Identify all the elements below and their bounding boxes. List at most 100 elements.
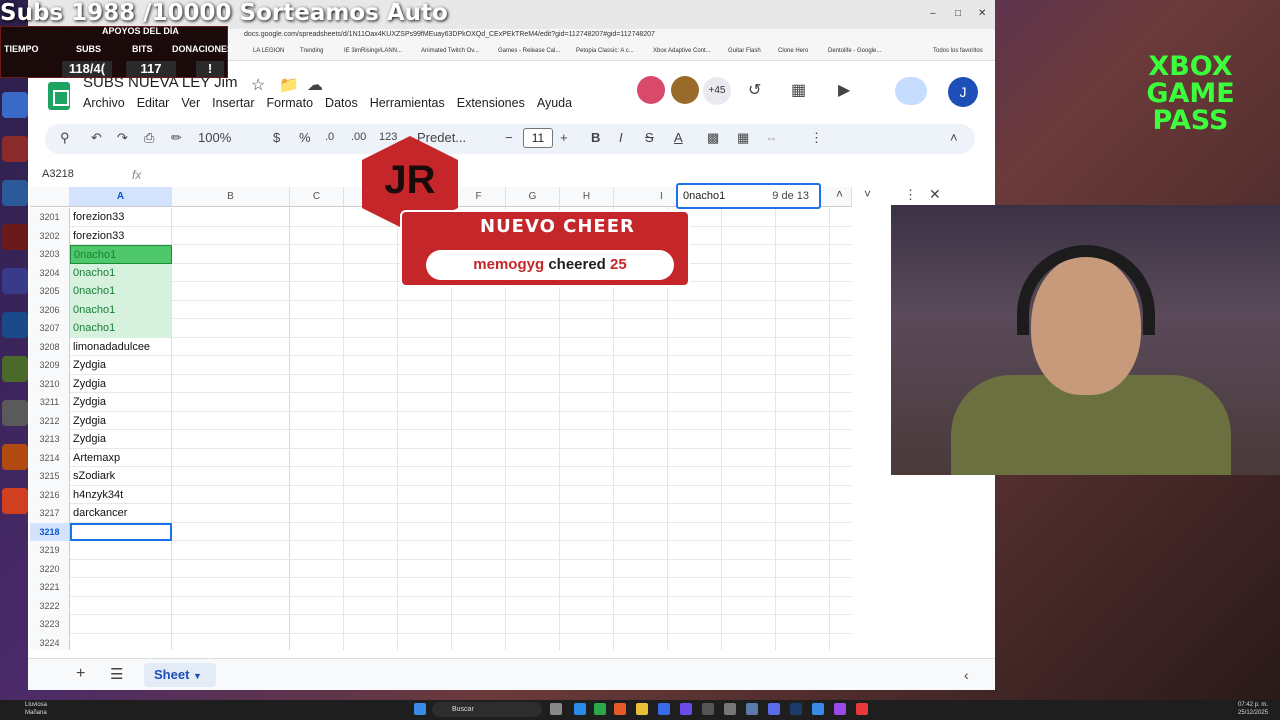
collaborator-avatar[interactable] [671, 76, 699, 104]
currency-format-button[interactable]: $ [273, 130, 280, 145]
row-number[interactable]: 3211 [30, 393, 70, 412]
paint-format-icon[interactable]: ✏ [171, 130, 182, 146]
redo-icon[interactable]: ↷ [117, 130, 128, 146]
menu-herramientas[interactable]: Herramientas [370, 96, 445, 114]
scroll-sheets-icon[interactable]: ‹ [964, 667, 969, 683]
cell-a[interactable] [70, 596, 172, 615]
desktop-app-icon[interactable] [2, 180, 28, 206]
task-view-icon[interactable] [550, 703, 562, 715]
bookmark-item[interactable]: Dentolife - Google... [828, 48, 881, 54]
chevron-down-icon[interactable]: ▼ [193, 671, 202, 681]
decrease-font-icon[interactable]: − [505, 130, 513, 145]
row-number[interactable]: 3214 [30, 448, 70, 467]
row-number[interactable]: 3206 [30, 300, 70, 319]
row-number[interactable]: 3219 [30, 541, 70, 560]
row-number[interactable]: 3204 [30, 263, 70, 282]
row-number[interactable]: 3223 [30, 615, 70, 634]
increase-font-icon[interactable]: + [560, 130, 568, 145]
desktop-app-icon[interactable] [2, 92, 28, 118]
row-number[interactable]: 3210 [30, 374, 70, 393]
cell-a[interactable]: Zydgia [70, 411, 172, 430]
menu-editar[interactable]: Editar [137, 96, 170, 114]
menu-insertar[interactable]: Insertar [212, 96, 254, 114]
app-icon[interactable] [658, 703, 670, 715]
row-number[interactable]: 3220 [30, 559, 70, 578]
menu-ver[interactable]: Ver [181, 96, 200, 114]
menu-archivo[interactable]: Archivo [83, 96, 125, 114]
find-input[interactable]: 0nacho1 [683, 190, 725, 202]
move-folder-icon[interactable]: 📁 [279, 75, 299, 95]
profile-avatar[interactable]: J [948, 77, 978, 107]
bookmark-item[interactable]: Clone Hero [778, 48, 808, 54]
app-icon[interactable] [856, 703, 868, 715]
row-number[interactable]: 3203 [30, 245, 70, 264]
more-options-icon[interactable]: ⋮ [810, 130, 823, 146]
search-menus-icon[interactable]: ⚲ [60, 130, 70, 146]
cell-a[interactable]: h4nzyk34t [70, 485, 172, 504]
bookmark-item[interactable]: Trending [300, 48, 323, 54]
taskbar-search[interactable]: Buscar [432, 702, 542, 717]
zoom-select[interactable]: 100% [198, 130, 231, 145]
desktop-app-icon[interactable] [2, 400, 28, 426]
row-number[interactable]: 3201 [30, 208, 70, 227]
cell-a[interactable]: 0nacho1 [70, 245, 172, 264]
cell-a[interactable]: Zydgia [70, 374, 172, 393]
star-icon[interactable]: ☆ [251, 75, 265, 95]
row-number[interactable]: 3216 [30, 485, 70, 504]
app-icon[interactable] [724, 703, 736, 715]
close-find-icon[interactable]: ✕ [929, 186, 941, 203]
number-format-button[interactable]: 123 [379, 131, 397, 143]
desktop-app-icon[interactable] [2, 224, 28, 250]
bookmark-item[interactable]: Xbox Adaptive Cont... [653, 48, 711, 54]
sheets-logo[interactable] [48, 82, 70, 110]
cell-a[interactable] [70, 615, 172, 634]
fill-color-icon[interactable]: ▩ [707, 130, 719, 146]
app-icon[interactable] [680, 703, 692, 715]
cell-a[interactable] [70, 559, 172, 578]
weather-widget[interactable]: Lluviosa Mañana [25, 701, 47, 717]
bold-button[interactable]: B [591, 130, 600, 145]
decrease-decimals-button[interactable]: .0 [325, 131, 334, 143]
minimize-icon[interactable]: – [930, 8, 936, 19]
file-explorer-icon[interactable] [636, 703, 648, 715]
merge-cells-icon[interactable]: ⇔ [765, 130, 778, 145]
cell-a[interactable]: Zydgia [70, 430, 172, 449]
more-collaborators-badge[interactable]: +45 [703, 77, 731, 105]
column-header-b[interactable]: B [172, 187, 290, 207]
borders-icon[interactable]: ▦ [737, 130, 749, 146]
select-all-corner[interactable] [30, 187, 70, 207]
row-number[interactable]: 3202 [30, 226, 70, 245]
bookmark-item[interactable]: Petopia Classic: A c... [576, 48, 634, 54]
sheet-tab-active[interactable]: Sheet ▼ [144, 663, 216, 687]
cell-a[interactable] [70, 522, 172, 541]
bookmark-item[interactable]: Guitar Flash [728, 48, 761, 54]
row-number[interactable]: 3205 [30, 282, 70, 301]
cell-a[interactable]: limonadadulcee [70, 337, 172, 356]
cell-a[interactable]: 0nacho1 [70, 282, 172, 301]
cell-a[interactable]: 0nacho1 [70, 319, 172, 338]
history-icon[interactable]: ↺ [748, 80, 761, 100]
meet-icon[interactable]: ▶ [838, 80, 850, 100]
start-icon[interactable] [414, 703, 426, 715]
cell-a[interactable]: forezion33 [70, 208, 172, 227]
add-sheet-icon[interactable]: + [76, 665, 85, 683]
collapse-toolbar-icon[interactable]: ˄ [950, 130, 958, 145]
chrome-icon[interactable] [594, 703, 606, 715]
find-previous-icon[interactable]: ˄ [836, 187, 843, 201]
row-number[interactable]: 3208 [30, 337, 70, 356]
font-select[interactable]: Predet... [417, 130, 466, 145]
desktop-app-icon[interactable] [2, 136, 28, 162]
app-icon[interactable] [746, 703, 758, 715]
row-number[interactable]: 3222 [30, 596, 70, 615]
bookmark-item[interactable]: LA LEGION [253, 48, 284, 54]
close-window-icon[interactable]: ✕ [978, 8, 986, 19]
column-header-g[interactable]: G [506, 187, 560, 207]
row-number[interactable]: 3221 [30, 578, 70, 597]
cell-a[interactable]: forezion33 [70, 226, 172, 245]
increase-decimals-button[interactable]: .00 [351, 131, 366, 143]
menu-ayuda[interactable]: Ayuda [537, 96, 572, 114]
desktop-app-icon[interactable] [2, 444, 28, 470]
desktop-app-icon[interactable] [2, 356, 28, 382]
percent-format-button[interactable]: % [299, 130, 311, 145]
cell-a[interactable]: sZodiark [70, 467, 172, 486]
